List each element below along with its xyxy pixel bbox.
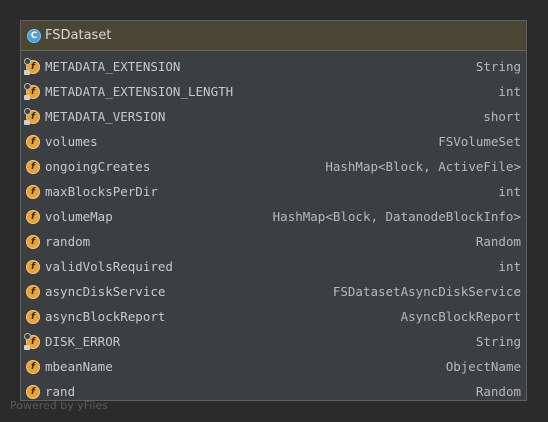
field-type: Random (475, 234, 521, 249)
field-name: ongoingCreates (45, 159, 151, 174)
field-row[interactable]: f maxBlocksPerDir int (21, 179, 526, 204)
field-icon: f (26, 259, 40, 274)
field-row[interactable]: f volumeMap HashMap<Block, DatanodeBlockIn… (21, 204, 526, 229)
field-type: HashMap<Block, ActiveFile> (325, 159, 521, 174)
field-name: asyncDiskService (45, 284, 166, 299)
field-row[interactable]: f METADATA_EXTENSION String (21, 54, 526, 79)
field-name: validVolsRequired (45, 259, 173, 274)
field-type: int (498, 84, 521, 99)
field-icon: f (26, 184, 40, 199)
field-type: FSDatasetAsyncDiskService (332, 284, 521, 299)
field-name: METADATA_VERSION (45, 109, 166, 124)
field-type: ObjectName (445, 359, 521, 374)
field-name: DISK_ERROR (45, 334, 121, 349)
static-final-field-icon: f (24, 82, 40, 100)
field-type: AsyncBlockReport (400, 309, 521, 324)
field-name: mbeanName (45, 359, 113, 374)
field-row[interactable]: f ongoingCreates HashMap<Block, ActiveFile… (21, 154, 526, 179)
field-name: volumes (45, 134, 98, 149)
field-row[interactable]: f volumes FSVolumeSet (21, 129, 526, 154)
diagram-canvas: C FSDataset f METADATA_EXTENSION String f ME… (0, 0, 548, 422)
field-list: f METADATA_EXTENSION String f METADATA_EXTEN… (21, 51, 526, 404)
field-type: short (483, 109, 521, 124)
field-icon: f (26, 234, 40, 249)
field-row[interactable]: f mbeanName ObjectName (21, 354, 526, 379)
field-name: METADATA_EXTENSION_LENGTH (45, 84, 234, 99)
field-icon: f (26, 284, 40, 299)
field-type: int (498, 259, 521, 274)
field-name: random (45, 234, 91, 249)
static-final-field-icon: f (24, 332, 40, 350)
class-header[interactable]: C FSDataset (21, 21, 526, 51)
field-type: String (475, 334, 521, 349)
class-title: FSDataset (45, 28, 112, 43)
field-name: asyncBlockReport (45, 309, 166, 324)
field-row[interactable]: f METADATA_EXTENSION_LENGTH int (21, 79, 526, 104)
field-icon: f (26, 159, 40, 174)
field-row[interactable]: f asyncBlockReport AsyncBlockReport (21, 304, 526, 329)
field-name: volumeMap (45, 209, 113, 224)
field-icon: f (26, 309, 40, 324)
static-final-field-icon: f (24, 57, 40, 75)
class-icon: C (27, 28, 41, 43)
field-row[interactable]: f random Random (21, 229, 526, 254)
watermark: Powered by yFiles (10, 399, 108, 412)
field-icon: f (26, 384, 40, 399)
class-node[interactable]: C FSDataset f METADATA_EXTENSION String f ME… (20, 20, 527, 401)
field-row[interactable]: f METADATA_VERSION short (21, 104, 526, 129)
field-type: FSVolumeSet (438, 134, 521, 149)
static-final-field-icon: f (24, 107, 40, 125)
field-type: Random (475, 384, 521, 399)
field-row[interactable]: f asyncDiskService FSDatasetAsyncDiskServi… (21, 279, 526, 304)
field-row[interactable]: f validVolsRequired int (21, 254, 526, 279)
field-type: int (498, 184, 521, 199)
field-name: rand (45, 384, 76, 399)
field-name: maxBlocksPerDir (45, 184, 158, 199)
field-icon: f (26, 209, 40, 224)
field-row[interactable]: f DISK_ERROR String (21, 329, 526, 354)
field-type: HashMap<Block, DatanodeBlockInfo> (272, 209, 521, 224)
field-type: String (475, 59, 521, 74)
field-icon: f (26, 359, 40, 374)
field-name: METADATA_EXTENSION (45, 59, 181, 74)
field-icon: f (26, 134, 40, 149)
